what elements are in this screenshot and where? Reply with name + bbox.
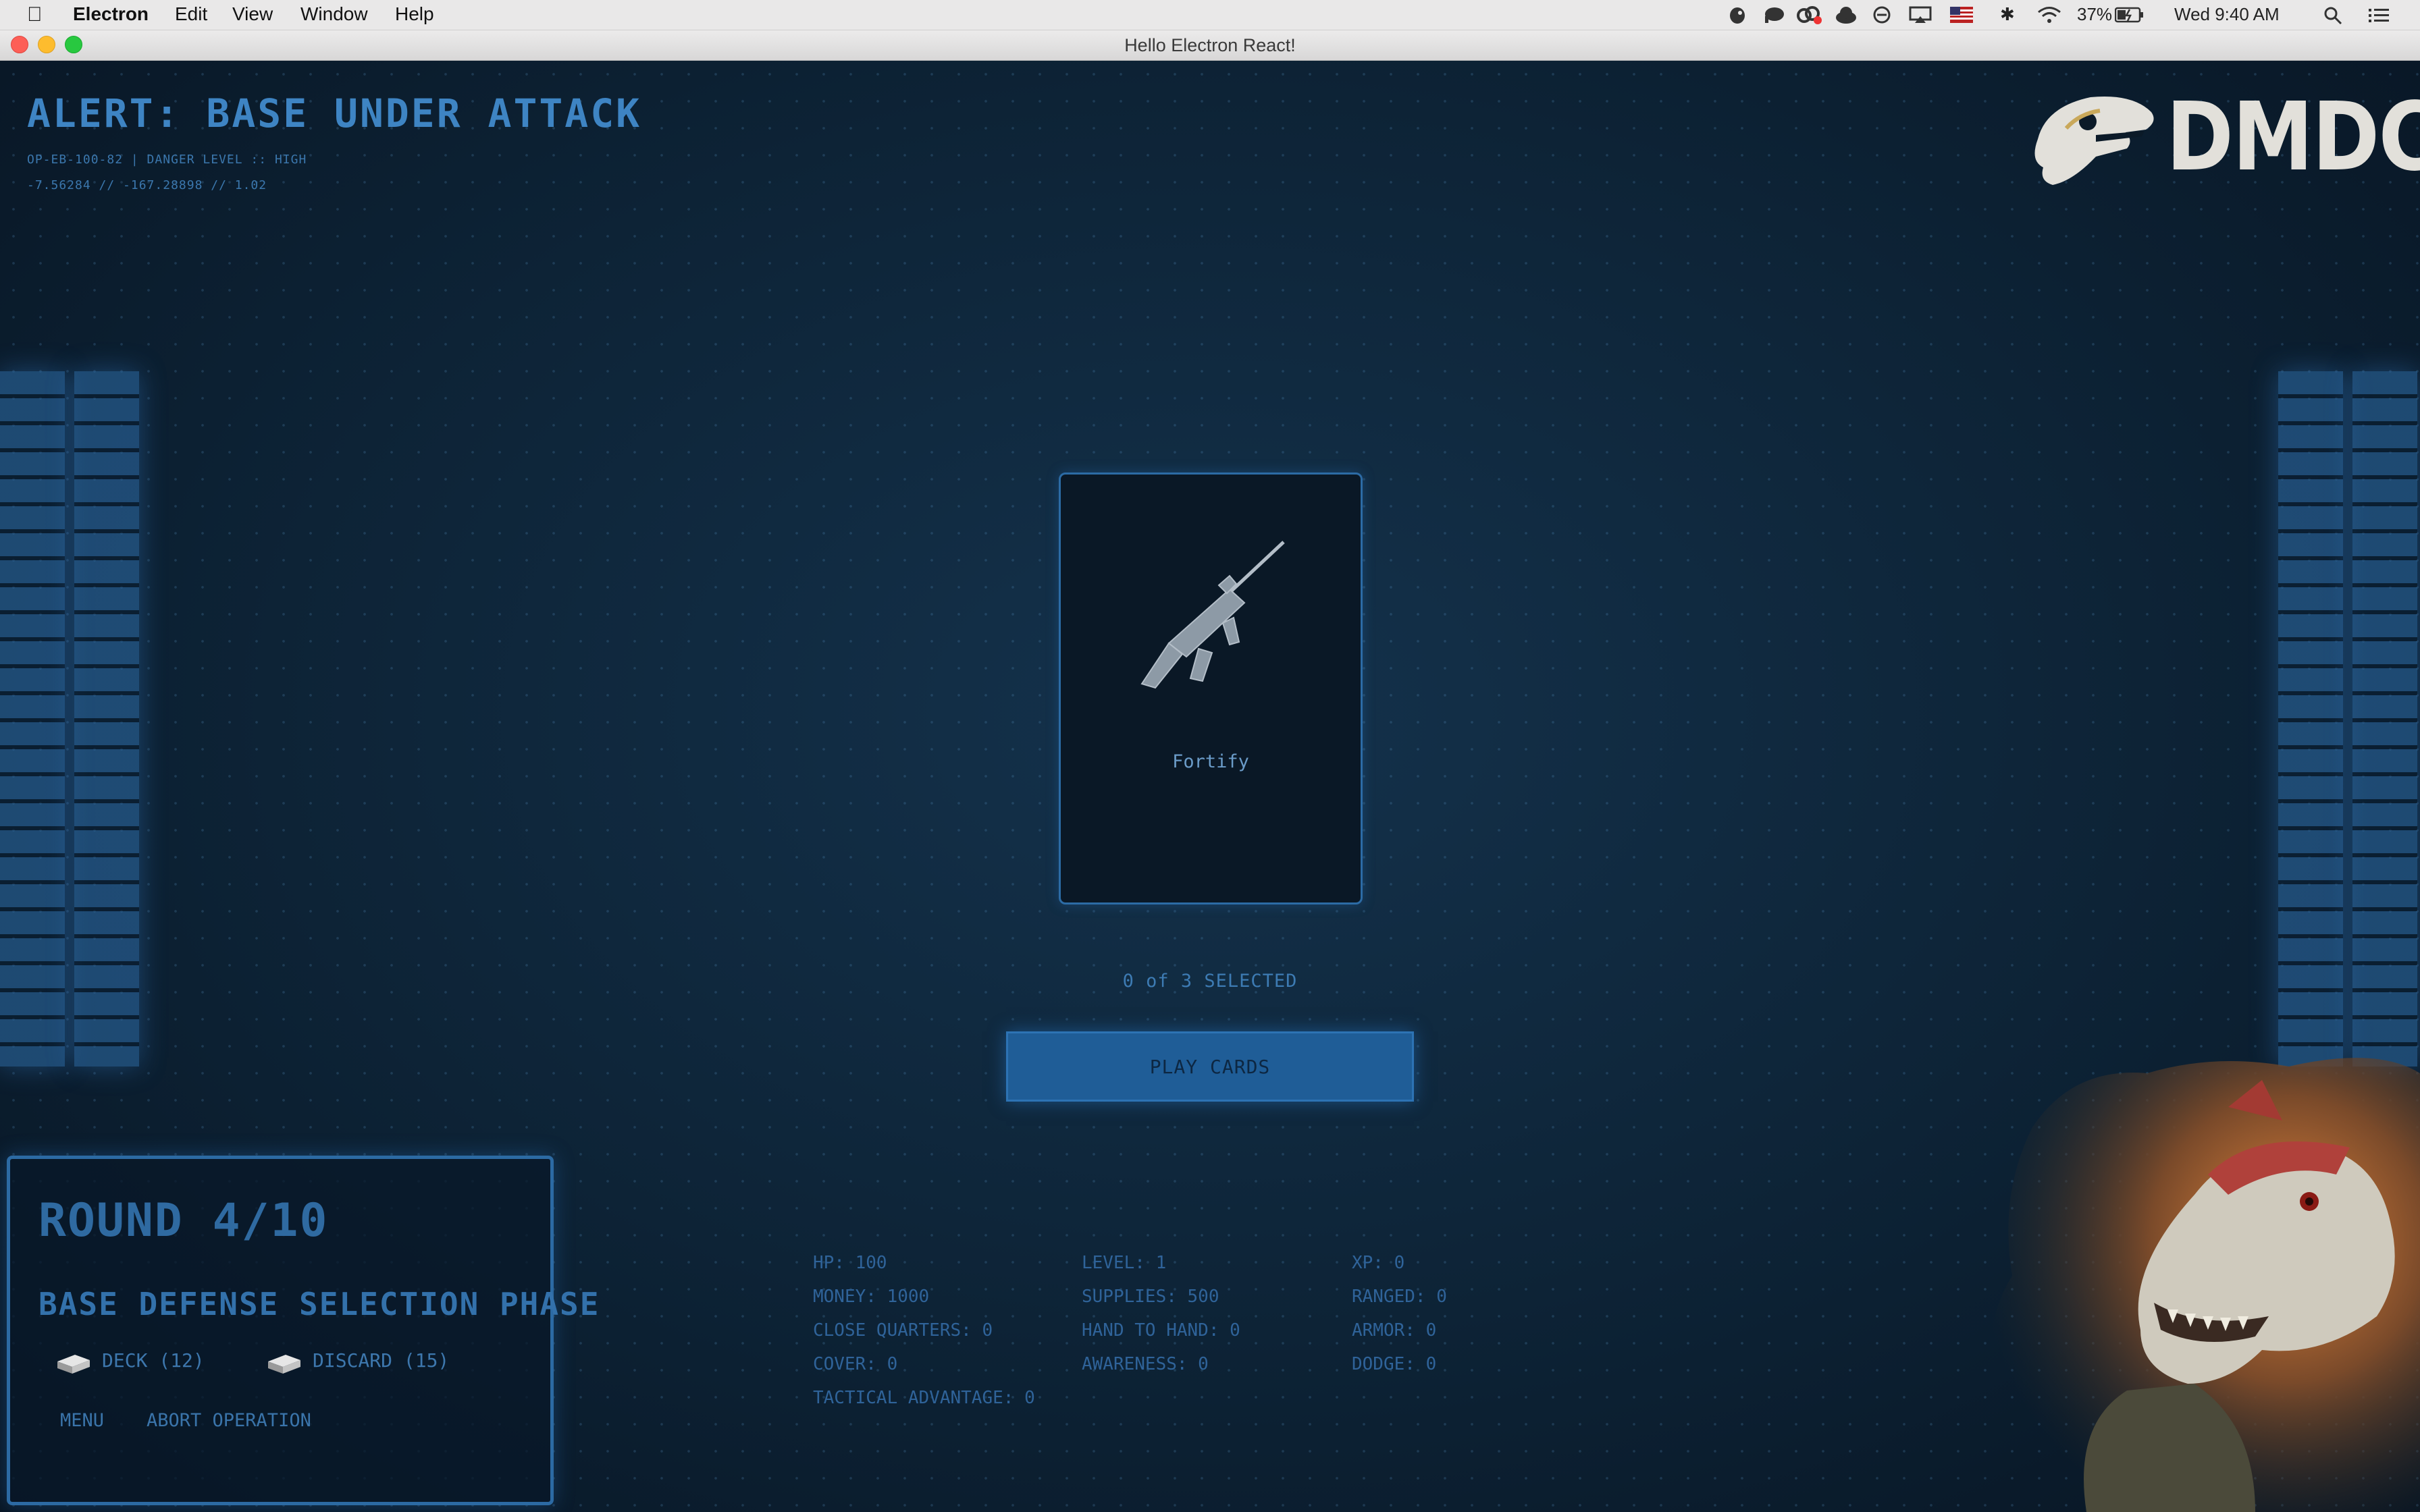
round-panel: ROUND 4/10 BASE DEFENSE SELECTION PHASE …	[7, 1156, 598, 1505]
bluetooth-icon[interactable]: ✱	[2000, 4, 2015, 25]
left-side-panel	[0, 371, 142, 1066]
menu-window[interactable]: Window	[300, 3, 368, 25]
stat-close-quarters: CLOSE QUARTERS: 0	[813, 1320, 993, 1341]
fortify-card[interactable]: Fortify	[1059, 473, 1363, 905]
battery-icon[interactable]	[2115, 7, 2145, 23]
alert-title: ALERT: BASE UNDER ATTACK	[27, 90, 642, 136]
dinosaur-skull-logo-icon	[2034, 96, 2154, 185]
spotlight-search-icon[interactable]	[2323, 5, 2343, 26]
airplay-icon[interactable]	[1908, 5, 1932, 24]
right-side-panel	[2278, 371, 2420, 1066]
creative-cloud-icon[interactable]	[1796, 4, 1823, 26]
stat-level: LEVEL: 1	[1082, 1253, 1167, 1273]
wifi-icon[interactable]	[2036, 5, 2062, 24]
menu-link[interactable]: MENU	[60, 1410, 104, 1431]
stat-xp: XP: 0	[1352, 1253, 1405, 1273]
stat-awareness: AWARENESS: 0	[1082, 1354, 1209, 1374]
dmdc-logo: DMDC	[2026, 84, 2420, 194]
us-flag-icon[interactable]	[1950, 7, 1973, 23]
card-name: Fortify	[1172, 751, 1249, 772]
stat-hand-to-hand: HAND TO HAND: 0	[1082, 1320, 1240, 1341]
logo-text: DMDC	[2166, 82, 2420, 192]
abort-operation-link[interactable]: ABORT OPERATION	[147, 1410, 311, 1431]
stat-dodge: DODGE: 0	[1352, 1354, 1437, 1374]
menu-edit[interactable]: Edit	[175, 3, 207, 25]
window-title-bar: Hello Electron React!	[0, 30, 2420, 61]
clock[interactable]: Wed 9:40 AM	[2174, 4, 2280, 25]
evernote-icon[interactable]	[1727, 5, 1747, 24]
rifle-icon	[1140, 541, 1285, 689]
discard-icon	[268, 1355, 300, 1374]
stat-ranged: RANGED: 0	[1352, 1287, 1447, 1307]
elephant-icon[interactable]	[1762, 5, 1785, 24]
menu-app-name[interactable]: Electron	[73, 3, 149, 25]
menu-help[interactable]: Help	[395, 3, 434, 25]
stat-money: MONEY: 1000	[813, 1287, 930, 1307]
apple-menu-icon[interactable]: 	[27, 3, 43, 26]
selection-count: 0 of 3 SELECTED	[1122, 971, 1298, 992]
coordinates-readout: -7.56284 // -167.28898 // 1.02	[27, 178, 267, 192]
do-not-disturb-icon[interactable]	[1872, 5, 1892, 24]
play-cards-button[interactable]: PLAY CARDS	[1006, 1031, 1414, 1102]
stat-supplies: SUPPLIES: 500	[1082, 1287, 1219, 1307]
phase-title: BASE DEFENSE SELECTION PHASE	[38, 1286, 600, 1322]
notification-center-icon[interactable]	[2367, 7, 2390, 24]
menu-view[interactable]: View	[232, 3, 273, 25]
stat-tactical-advantage: TACTICAL ADVANTAGE: 0	[813, 1388, 1035, 1408]
round-counter: ROUND 4/10	[38, 1194, 329, 1247]
dinosaur-soldier-portrait	[1980, 1058, 2420, 1512]
stat-hp: HP: 100	[813, 1253, 887, 1273]
battery-percent: 37%	[2077, 4, 2113, 24]
game-screen: ALERT: BASE UNDER ATTACK OP-EB-100-82 | …	[0, 61, 2420, 1512]
discard-label: DISCARD (15)	[313, 1349, 450, 1372]
stat-armor: ARMOR: 0	[1352, 1320, 1437, 1341]
deck-icon	[57, 1355, 90, 1374]
cloud-icon[interactable]	[1834, 5, 1858, 24]
stat-cover: COVER: 0	[813, 1354, 898, 1374]
operation-info: OP-EB-100-82 | DANGER LEVEL :: HIGH	[27, 153, 307, 167]
deck-label: DECK (12)	[102, 1349, 205, 1372]
menu-bar:  Electron Edit View Window Help ✱ 37% W…	[0, 0, 2420, 30]
window-title: Hello Electron React!	[1124, 35, 1296, 55]
